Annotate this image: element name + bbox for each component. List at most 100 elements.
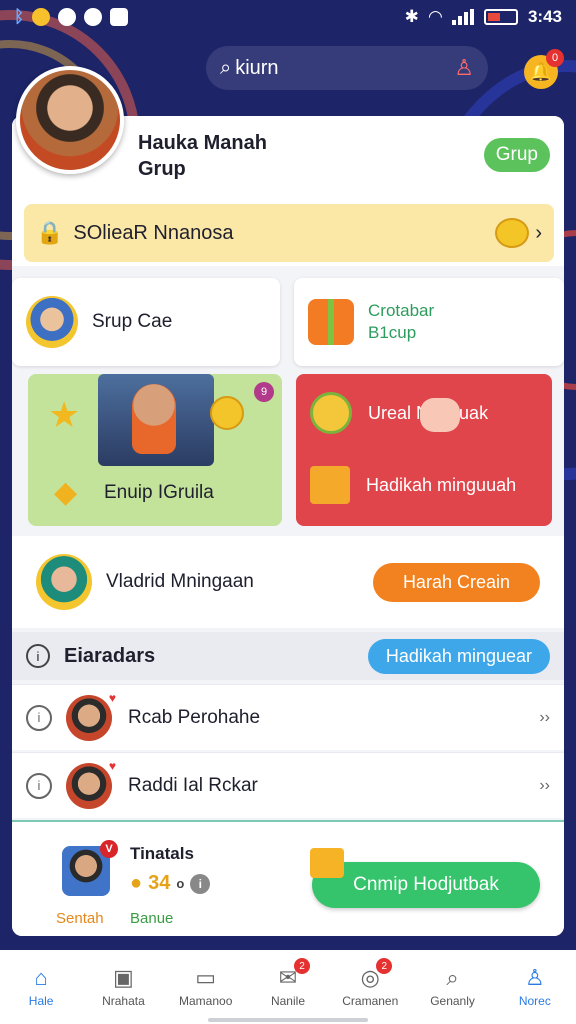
red-promo-card[interactable]: Ureal Nnpauak Hadikah minguuah bbox=[296, 374, 552, 526]
avatar bbox=[36, 554, 92, 610]
reward-row: Vladrid Mningaan Harah Creain bbox=[12, 536, 564, 628]
coin-icon bbox=[495, 218, 530, 248]
nav-search[interactable]: ⌕ Genanly bbox=[411, 950, 493, 1024]
nav-label: Cramanen bbox=[342, 994, 399, 1008]
search-icon: ⌕ bbox=[446, 965, 459, 990]
nav-badge: 2 bbox=[376, 958, 393, 974]
list-item-label: Rcab Perohahe bbox=[128, 706, 261, 728]
green-promo-card[interactable]: ★ 9 ◆ Enuip IGruila bbox=[28, 374, 282, 526]
nav-label: Mamanoo bbox=[179, 994, 233, 1008]
reward-tile-label: Crotabar B1cup bbox=[368, 300, 434, 344]
notification-app-icon bbox=[32, 8, 51, 26]
notification-app-icon bbox=[84, 8, 103, 26]
section-header: i Eiaradars Hadikah minguear bbox=[12, 632, 564, 680]
list-item-label: Raddi Ial Rckar bbox=[128, 774, 258, 796]
search-icon: ⌕ bbox=[220, 56, 232, 79]
coin-value: 34 bbox=[148, 872, 171, 894]
count-badge: 9 bbox=[254, 382, 274, 402]
claim-button[interactable]: Harah Creain bbox=[372, 562, 540, 602]
gift-icon bbox=[308, 299, 354, 345]
profile-name: Hauka Manah Grup bbox=[138, 130, 267, 182]
info-icon: i bbox=[26, 704, 52, 731]
footer-label-left: Sentah bbox=[56, 910, 104, 927]
group-tile[interactable]: Srup Cae bbox=[12, 278, 280, 366]
info-icon: i bbox=[26, 644, 50, 668]
clock: 3:43 bbox=[527, 7, 562, 26]
avatar: ♥ bbox=[66, 759, 116, 809]
lock-icon: 🔒 bbox=[36, 220, 64, 245]
status-bar: ᛒ ✱ ◠ 3:43 bbox=[0, 0, 576, 34]
avatar bbox=[26, 296, 78, 348]
bluetooth-icon: ᛒ bbox=[14, 7, 25, 26]
main-card: Hauka Manah Grup Grup 🔒 SOlieaR Nnanosa … bbox=[12, 116, 564, 936]
chevron-right-icon: ›› bbox=[539, 776, 550, 794]
user-icon[interactable]: ♙ bbox=[454, 55, 474, 81]
star-icon: ★ bbox=[48, 394, 81, 435]
nav-label: Hale bbox=[28, 994, 54, 1008]
avatar: ♥ bbox=[66, 691, 116, 741]
profile-avatar[interactable] bbox=[16, 66, 124, 174]
section-action-button[interactable]: Hadikah minguear bbox=[367, 638, 550, 674]
home-icon: ⌂ bbox=[34, 965, 48, 990]
nav-label: Norec bbox=[518, 994, 551, 1008]
nav-messages[interactable]: ✉ 2 Nanile bbox=[247, 950, 329, 1024]
chevron-right-icon: ›› bbox=[539, 708, 550, 726]
notification-bell-icon[interactable]: 🔔 0 bbox=[524, 49, 564, 89]
red-promo-row1: Ureal Nnpauak bbox=[310, 392, 488, 434]
heart-icon: ♥ bbox=[108, 690, 116, 705]
profile-name-line2: Grup bbox=[138, 158, 186, 180]
coin-icon bbox=[210, 396, 244, 430]
info-icon: i bbox=[26, 772, 52, 799]
section-title: Eiaradars bbox=[64, 644, 156, 667]
info-icon: i bbox=[190, 873, 211, 894]
grup-button[interactable]: Grup bbox=[483, 138, 550, 172]
group-icon: ▣ bbox=[113, 965, 134, 990]
wifi-icon: ◠ bbox=[428, 7, 442, 26]
cup-icon bbox=[420, 398, 460, 432]
chat-icon: ▭ bbox=[195, 965, 217, 990]
nav-label: Nanile bbox=[270, 994, 305, 1008]
nav-badge: 2 bbox=[293, 958, 310, 974]
green-promo-label: Enuip IGruila bbox=[104, 482, 214, 503]
notification-app-icon bbox=[110, 8, 129, 26]
search-text: kiurn bbox=[235, 56, 279, 79]
nav-group[interactable]: ▣ Nrahata bbox=[82, 950, 164, 1024]
gift-box-icon bbox=[310, 466, 350, 504]
battery-icon bbox=[483, 9, 518, 25]
nav-label: Genanly bbox=[430, 994, 475, 1008]
footer-title: Tinatals bbox=[130, 844, 194, 863]
coin-banner[interactable]: 🔒 SOlieaR Nnanosa › bbox=[24, 204, 554, 262]
nav-notifications[interactable]: ◎ 2 Cramanen bbox=[329, 950, 411, 1024]
list-item[interactable]: i ♥ Raddi Ial Rckar ›› bbox=[12, 752, 564, 818]
collect-button[interactable]: Cnmip Hodjutbak bbox=[312, 862, 540, 908]
reward-label: Vladrid Mningaan bbox=[106, 571, 254, 592]
gift-box-icon bbox=[310, 848, 344, 878]
heart-icon: ♥ bbox=[108, 758, 116, 773]
home-indicator[interactable] bbox=[208, 1018, 368, 1022]
profile-name-line1: Hauka Manah bbox=[138, 132, 267, 154]
user-icon: ♙ bbox=[524, 965, 545, 990]
reward-tile[interactable]: Crotabar B1cup bbox=[294, 278, 564, 366]
coin-banner-label: SOlieaR Nnanosa bbox=[73, 221, 234, 244]
reward-tile-line1: Crotabar bbox=[368, 301, 435, 320]
search-bar[interactable]: ⌕ kiurn ♙ bbox=[206, 46, 488, 90]
nav-profile[interactable]: ♙ Norec bbox=[494, 950, 576, 1024]
bell-badge: 0 bbox=[546, 49, 564, 67]
nav-chat[interactable]: ▭ Mamanoo bbox=[165, 950, 247, 1024]
verified-badge: V bbox=[100, 840, 118, 858]
profile-photo bbox=[98, 374, 214, 466]
red-promo-row2-label: Hadikah minguuah bbox=[366, 474, 517, 495]
nav-home[interactable]: ⌂ Hale bbox=[0, 950, 82, 1024]
character-icon bbox=[310, 392, 352, 434]
bluetooth-status-icon: ✱ bbox=[404, 7, 419, 26]
gem-icon: ◆ bbox=[54, 476, 78, 509]
coin-suffix: o bbox=[176, 876, 185, 891]
signal-icon bbox=[451, 9, 474, 25]
chevron-right-icon: › bbox=[535, 221, 542, 244]
red-promo-row2: Hadikah minguuah bbox=[310, 466, 516, 504]
coin-count: ● 34 o i bbox=[130, 872, 211, 895]
bottom-nav: ⌂ Hale ▣ Nrahata ▭ Mamanoo ✉ 2 Nanile ◎ … bbox=[0, 950, 576, 1024]
reward-tile-line2: B1cup bbox=[368, 323, 417, 342]
list-item[interactable]: i ♥ Rcab Perohahe ›› bbox=[12, 684, 564, 750]
nav-label: Nrahata bbox=[102, 994, 145, 1008]
